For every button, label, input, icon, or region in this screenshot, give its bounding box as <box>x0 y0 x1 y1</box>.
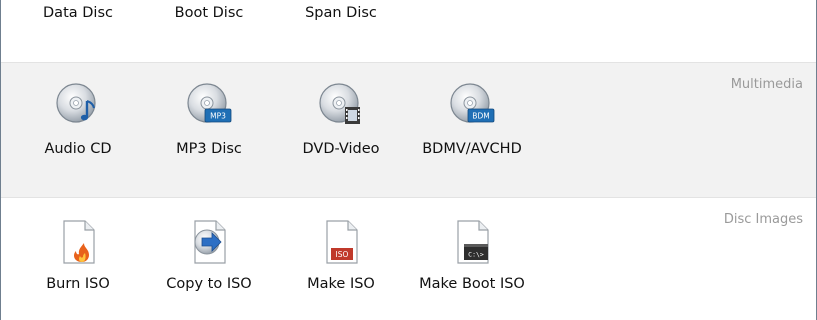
make-boot-iso-button[interactable]: C:\> Make Boot ISO <box>412 198 532 320</box>
audio-cd-label: Audio CD <box>44 141 112 157</box>
dvd-video-label: DVD-Video <box>302 141 380 157</box>
span-disc-label: Span Disc <box>305 5 377 21</box>
data-disc-button[interactable]: Data Disc <box>18 0 138 62</box>
bdmv-avchd-label: BDMV/AVCHD <box>422 141 522 157</box>
mp3-badge-text: MP3 <box>210 112 226 121</box>
data-disc-label: Data Disc <box>43 5 113 21</box>
multimedia-section: Multimedia Audio CD MP3 MP3 Disc DVD-Vid… <box>1 62 816 198</box>
boot-badge-text: C:\> <box>468 251 484 259</box>
mp3-disc-icon: MP3 <box>187 83 232 123</box>
mp3-disc-button[interactable]: MP3 MP3 Disc <box>149 63 269 199</box>
make-iso-icon: ISO <box>326 220 358 264</box>
copy-to-iso-label: Copy to ISO <box>166 276 252 292</box>
burn-iso-button[interactable]: Burn ISO <box>18 198 138 320</box>
dvd-video-button[interactable]: DVD-Video <box>281 63 401 199</box>
bdmv-icon: BDM <box>450 83 495 123</box>
bdmv-avchd-button[interactable]: BDM BDMV/AVCHD <box>412 63 532 199</box>
boot-disc-label: Boot Disc <box>174 5 244 21</box>
top-section: Data Disc Boot Disc Span Disc <box>1 0 816 62</box>
audio-cd-button[interactable]: Audio CD <box>18 63 138 199</box>
make-iso-label: Make ISO <box>307 276 375 292</box>
make-iso-button[interactable]: ISO Make ISO <box>281 198 401 320</box>
section-label-disc-images: Disc Images <box>723 212 803 227</box>
audio-cd-icon <box>56 83 96 123</box>
burn-iso-icon <box>63 220 95 264</box>
burn-iso-label: Burn ISO <box>46 276 110 292</box>
span-disc-button[interactable]: Span Disc <box>281 0 401 62</box>
copy-to-iso-button[interactable]: Copy to ISO <box>149 198 269 320</box>
disc-images-section: Disc Images Burn ISO Copy to ISO ISO Mak… <box>1 198 816 320</box>
section-label-multimedia: Multimedia <box>730 77 803 92</box>
boot-disc-button[interactable]: Boot Disc <box>149 0 269 62</box>
dvd-video-icon <box>319 83 360 124</box>
make-boot-iso-label: Make Boot ISO <box>419 276 525 292</box>
bdm-badge-text: BDM <box>472 112 489 121</box>
mp3-disc-label: MP3 Disc <box>176 141 242 157</box>
copy-to-iso-icon <box>194 220 226 264</box>
iso-badge-text: ISO <box>336 250 349 259</box>
make-boot-iso-icon: C:\> <box>457 220 489 264</box>
